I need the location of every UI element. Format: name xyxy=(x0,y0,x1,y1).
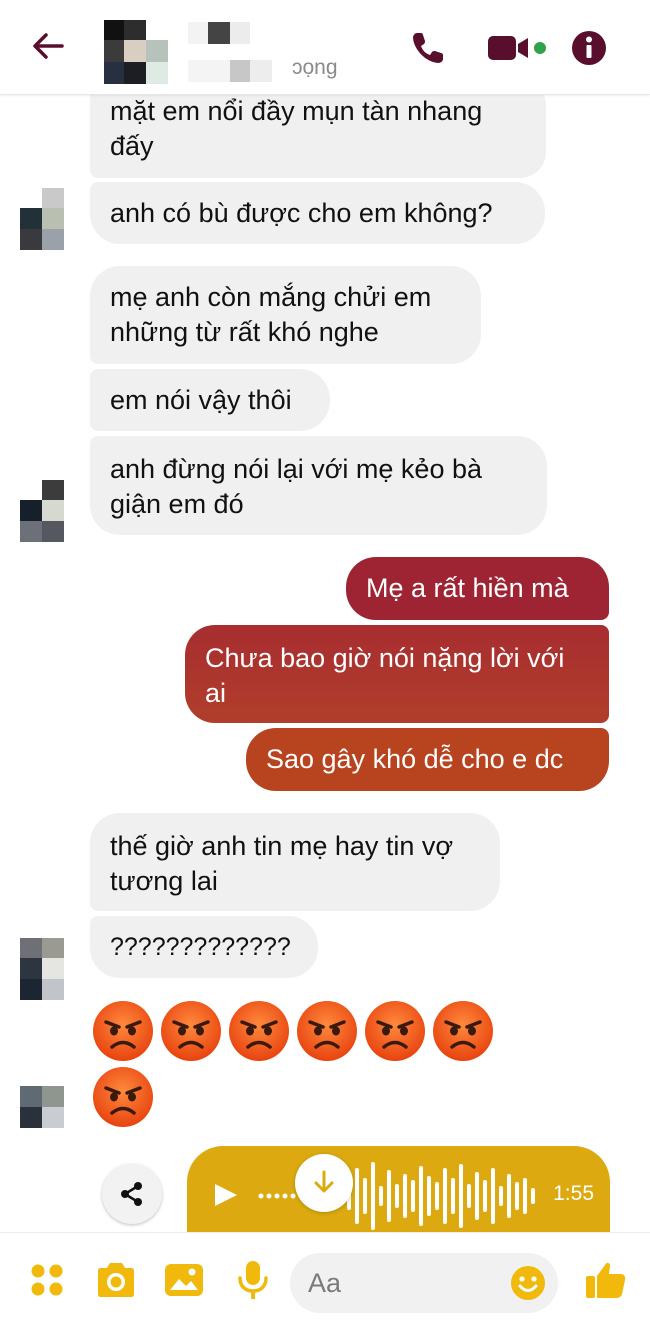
camera-icon[interactable] xyxy=(93,1257,139,1303)
chat-header: ɔọng xyxy=(0,0,650,95)
thumbs-up-icon[interactable] xyxy=(583,1257,629,1303)
share-button[interactable] xyxy=(102,1164,162,1224)
angry-face-emoji xyxy=(297,1001,357,1061)
angry-face-emoji xyxy=(93,1067,153,1127)
message-input-placeholder: Aa xyxy=(308,1268,342,1298)
voice-message[interactable]: 1:55 xyxy=(187,1146,610,1246)
outgoing-message[interactable]: Mẹ a rất hiền mà xyxy=(346,557,609,620)
angry-face-emoji xyxy=(161,1001,221,1061)
voice-duration: 1:55 xyxy=(553,1182,594,1205)
contact-name-redacted-2 xyxy=(188,60,272,82)
active-status-text: ɔọng xyxy=(292,56,338,79)
sender-avatar[interactable] xyxy=(20,480,64,542)
sender-avatar[interactable] xyxy=(20,188,64,250)
download-button[interactable] xyxy=(295,1154,353,1212)
message-input[interactable]: Aa xyxy=(290,1253,558,1313)
contact-avatar[interactable] xyxy=(104,20,168,84)
video-call-icon[interactable] xyxy=(486,28,550,68)
play-icon[interactable] xyxy=(211,1180,241,1210)
angry-face-emoji xyxy=(229,1001,289,1061)
outgoing-message[interactable]: Chưa bao giờ nói nặng lời với ai xyxy=(185,625,609,723)
emoji-icon[interactable] xyxy=(510,1265,546,1301)
contact-name-redacted xyxy=(188,22,250,44)
outgoing-message[interactable]: Sao gây khó dễ cho e dc xyxy=(246,728,609,791)
angry-face-emoji xyxy=(433,1001,493,1061)
gallery-icon[interactable] xyxy=(161,1257,207,1303)
incoming-message[interactable]: mẹ anh còn mắng chửi em những từ rất khó… xyxy=(90,266,481,364)
incoming-message[interactable]: ????????????? xyxy=(90,916,318,978)
microphone-icon[interactable] xyxy=(230,1257,276,1303)
more-apps-icon[interactable] xyxy=(24,1257,70,1303)
incoming-message[interactable]: thế giờ anh tin mẹ hay tin vợ tương lai xyxy=(90,813,500,911)
phone-call-icon[interactable] xyxy=(408,28,448,68)
download-arrow-icon xyxy=(314,1170,334,1193)
composer-bar: Aa xyxy=(0,1232,650,1336)
angry-face-emoji xyxy=(93,1001,153,1061)
info-icon[interactable] xyxy=(569,28,609,68)
share-icon xyxy=(121,1182,142,1206)
back-arrow-icon[interactable] xyxy=(28,26,68,66)
angry-face-emoji xyxy=(365,1001,425,1061)
incoming-message[interactable]: anh đừng nói lại với mẹ kẻo bà giận em đ… xyxy=(90,436,547,535)
sender-avatar[interactable] xyxy=(20,1086,64,1128)
sender-avatar[interactable] xyxy=(20,938,64,1000)
incoming-message[interactable]: anh có bù được cho em không? xyxy=(90,182,545,244)
incoming-message[interactable]: em nói vậy thôi xyxy=(90,369,330,431)
